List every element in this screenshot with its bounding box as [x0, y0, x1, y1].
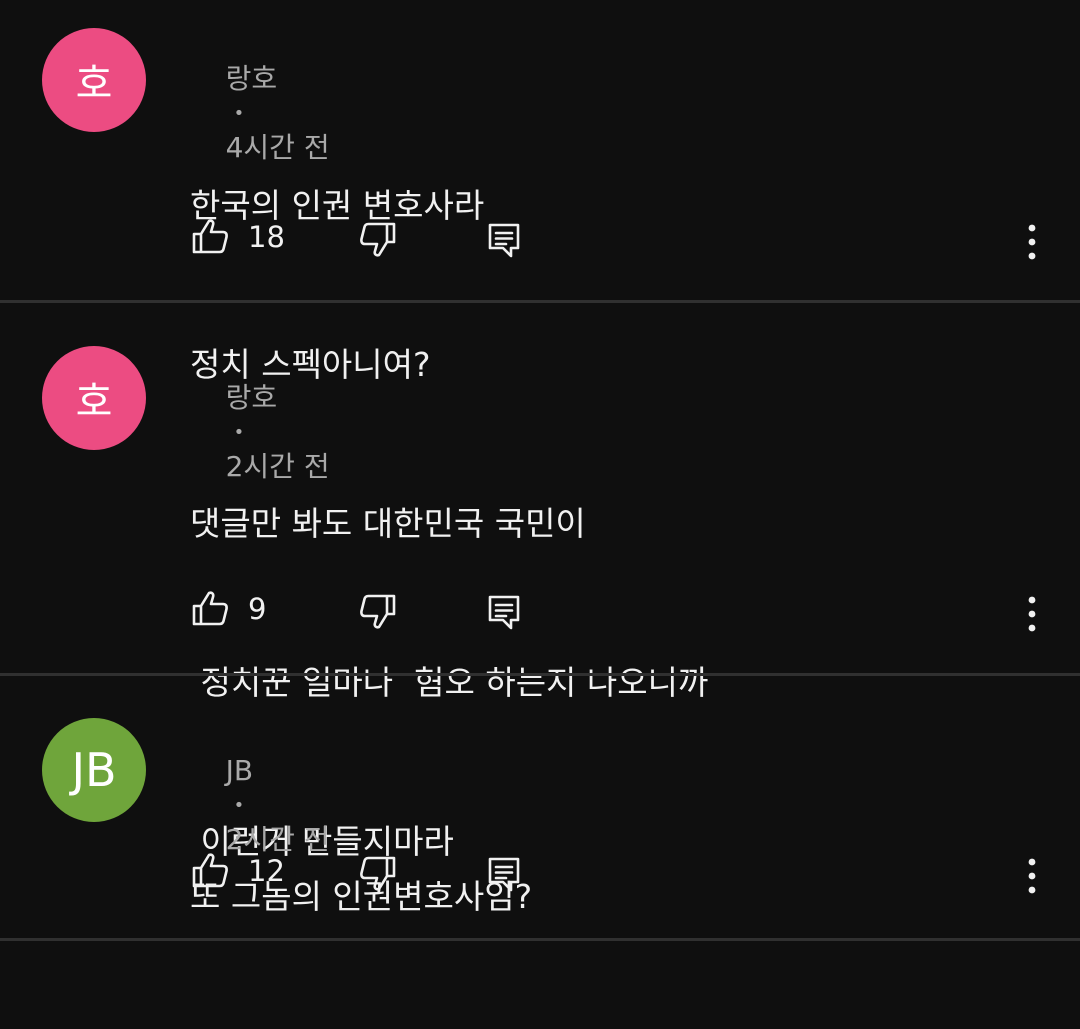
like-button[interactable]: 9: [190, 584, 266, 634]
avatar-letter: JB: [71, 743, 117, 797]
thumbs-up-icon: [190, 851, 230, 891]
comment-line: 댓글만 봐도 대한민국 국민이: [190, 504, 586, 543]
dislike-button[interactable]: [358, 214, 398, 264]
thumbs-up-icon: [190, 589, 230, 629]
more-options-button[interactable]: [1026, 589, 1038, 639]
dislike-button[interactable]: [358, 848, 398, 898]
like-button[interactable]: 12: [190, 846, 285, 896]
more-options-button[interactable]: [1026, 851, 1038, 901]
more-options-button[interactable]: [1026, 217, 1038, 267]
more-vert-icon: [1026, 856, 1038, 896]
thumbs-up-icon: [190, 217, 230, 257]
reply-icon: [484, 220, 524, 260]
like-count: 18: [248, 220, 285, 254]
avatar[interactable]: JB: [42, 718, 146, 822]
thumbs-down-icon: [358, 853, 398, 893]
like-button[interactable]: 18: [190, 212, 285, 262]
thumbs-down-icon: [358, 219, 398, 259]
like-count: 12: [248, 854, 285, 888]
comment-item: JB JB • 2시간 전 또 그놈의 인권변호사임? 12: [0, 676, 1080, 938]
more-vert-icon: [1026, 222, 1038, 262]
avatar[interactable]: 호: [42, 28, 146, 132]
avatar[interactable]: 호: [42, 346, 146, 450]
reply-icon: [484, 854, 524, 894]
more-vert-icon: [1026, 594, 1038, 634]
reply-button[interactable]: [484, 849, 524, 899]
reply-icon: [484, 592, 524, 632]
comment-actions: 18: [0, 212, 1080, 262]
comment-actions: 12: [0, 846, 1080, 896]
comment-item: 호 랑호 • 2시간 전 댓글만 봐도 대한민국 국민이 정치꾼 얼마나 혐오 …: [0, 303, 1080, 861]
avatar-letter: 호: [75, 379, 113, 425]
dislike-button[interactable]: [358, 586, 398, 636]
divider: [0, 938, 1080, 941]
comment-item: 호 랑호 • 4시간 전 한국의 인권 변호사라 정치 스펙아니여? 18: [0, 0, 1080, 384]
reply-button[interactable]: [484, 215, 524, 265]
like-count: 9: [248, 592, 267, 626]
comment-actions: 9: [0, 584, 1080, 634]
thumbs-down-icon: [358, 591, 398, 631]
avatar-letter: 호: [75, 61, 113, 107]
reply-button[interactable]: [484, 587, 524, 637]
